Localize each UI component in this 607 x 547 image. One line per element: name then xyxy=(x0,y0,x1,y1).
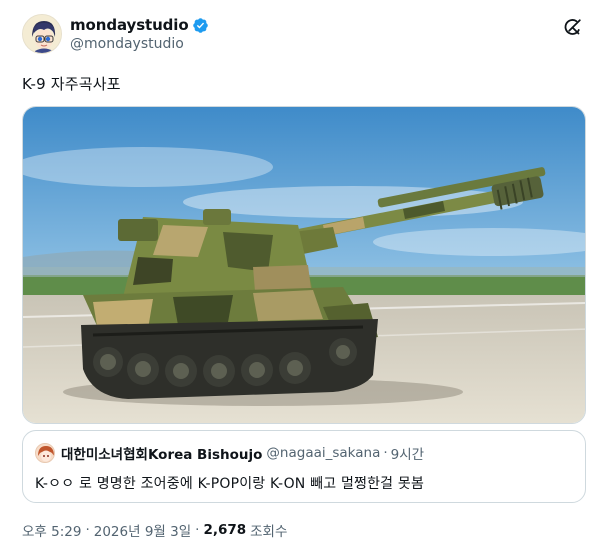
quoted-tweet[interactable]: 대한미소녀협회Korea Bishoujo @nagaai_sakana · 9… xyxy=(22,430,586,503)
quote-separator: · xyxy=(383,445,388,461)
quote-time[interactable]: 9시간 xyxy=(391,443,424,463)
author-names: mondaystudio @mondaystudio xyxy=(70,15,209,52)
author-avatar[interactable] xyxy=(22,14,62,54)
tweet-photo[interactable] xyxy=(22,106,586,424)
quote-avatar[interactable] xyxy=(35,443,55,463)
views-label: 조회수 xyxy=(250,524,288,540)
quote-display-name[interactable]: 대한미소녀협회Korea Bishoujo xyxy=(61,443,262,463)
tweet-header: mondaystudio @mondaystudio xyxy=(20,14,587,58)
quote-text: K-ㅇㅇ 로 명명한 조어중에 K-POP이랑 K-ON 빼고 멀쩡한걸 못봄 xyxy=(35,476,425,492)
verified-badge-icon[interactable] xyxy=(192,17,209,34)
grok-icon[interactable] xyxy=(563,17,583,37)
tweet-meta: 오후 5:29 · 2026년 9월 3일 · 2,678 조회수 xyxy=(22,520,287,540)
tweet-text: K-9 자주곡사포 xyxy=(22,75,121,93)
views-count: 2,678 xyxy=(203,522,247,538)
quote-header: 대한미소녀협회Korea Bishoujo @nagaai_sakana · 9… xyxy=(35,442,424,464)
meta-separator: · xyxy=(85,522,90,538)
post-time[interactable]: 오후 5:29 xyxy=(22,520,81,540)
author-handle[interactable]: @mondaystudio xyxy=(70,36,209,52)
post-date[interactable]: 2026년 9월 3일 xyxy=(94,520,191,540)
tweet-card: mondaystudio @mondaystudio K-9 자주곡사포 대한미… xyxy=(0,0,607,547)
author-display-name[interactable]: mondaystudio xyxy=(70,16,189,34)
howitzer-photo-icon xyxy=(23,107,585,423)
quote-handle[interactable]: @nagaai_sakana xyxy=(266,445,380,461)
meta-separator: · xyxy=(195,522,200,538)
